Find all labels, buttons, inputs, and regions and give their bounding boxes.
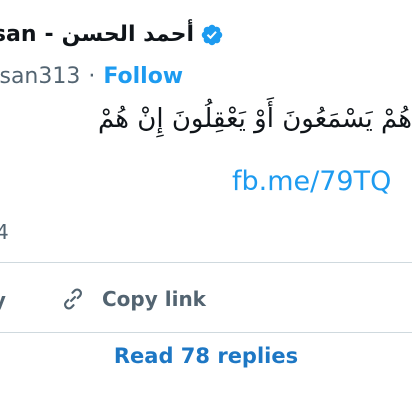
follow-button[interactable]: Follow [103, 64, 183, 89]
tweet-text: هُمْ يَسْمَعُونَ أَوْ يَعْقِلُونَ إِنْ ه… [97, 104, 412, 134]
timestamp-fragment[interactable]: 4 [0, 220, 9, 244]
author-handle-row: asan313 · Follow [0, 64, 183, 89]
link-icon [64, 288, 82, 310]
reply-button[interactable]: ly [0, 288, 6, 312]
author-display-name: أحمد الحسن [61, 22, 194, 47]
copy-link-label: Copy link [102, 287, 206, 311]
author-handle[interactable]: asan313 [0, 64, 80, 89]
handle-separator-dot: · [88, 64, 96, 89]
tweet-embed: san - أحمد الحسن asan313 · Follow هُمْ ي… [0, 0, 412, 412]
tweet-link[interactable]: fb.me/79TQ [232, 166, 391, 197]
divider-top [0, 262, 412, 263]
author-name-fragment: san [0, 22, 37, 47]
read-replies-button[interactable]: Read 78 replies [0, 344, 412, 368]
verified-badge-icon [201, 24, 223, 45]
divider-bottom [0, 332, 412, 333]
tweet-actions: ly Copy link [0, 284, 412, 320]
copy-link-button[interactable]: Copy link [58, 284, 206, 314]
author-name-row[interactable]: san - أحمد الحسن [0, 22, 224, 47]
author-name-separator: - [44, 22, 54, 47]
